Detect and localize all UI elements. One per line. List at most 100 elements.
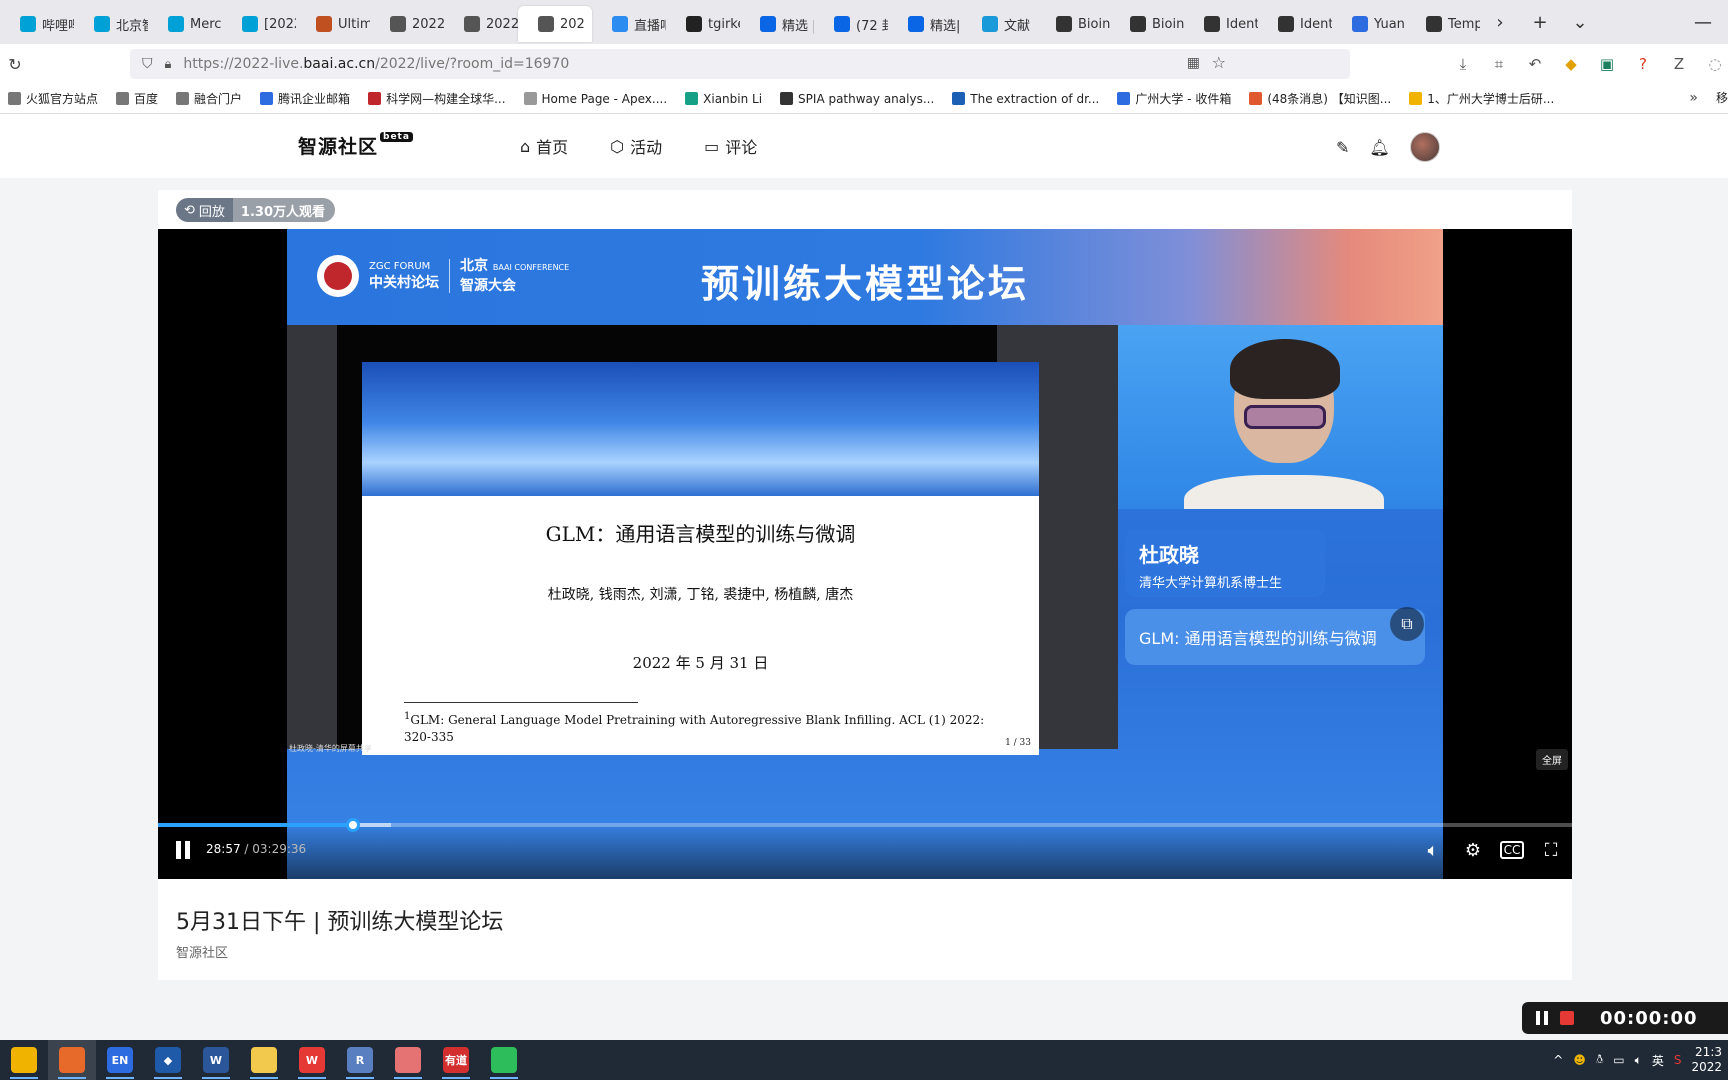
progress-handle[interactable] bbox=[346, 818, 361, 832]
clock[interactable]: 21:3 2022 bbox=[1691, 1045, 1722, 1075]
bookmark-item[interactable]: Home Page - Apex.... bbox=[523, 92, 667, 106]
recorder-stop-button[interactable] bbox=[1560, 1011, 1574, 1025]
bookmarks-overflow-chevron-icon[interactable]: » bbox=[1689, 90, 1698, 106]
tab-label: 文献 bbox=[1004, 18, 1031, 34]
bookmark-star-icon[interactable]: ☆ bbox=[1212, 53, 1226, 72]
pause-button[interactable] bbox=[176, 841, 192, 859]
reload-icon[interactable]: ↻ bbox=[0, 55, 30, 74]
wechat-icon bbox=[491, 1047, 517, 1073]
tray-chevron-icon[interactable]: ^ bbox=[1553, 1053, 1563, 1067]
video-player[interactable]: ZGC FORUM 中关村论坛 北京 BAAI CONFERENCE 智源大会 … bbox=[158, 229, 1572, 879]
sogou-icon[interactable]: S bbox=[1674, 1053, 1682, 1067]
site-logo[interactable]: 智源社区 beta bbox=[298, 132, 413, 159]
bookmark-label: 火狐官方站点 bbox=[26, 92, 99, 106]
extension-icon[interactable]: ◆ bbox=[1562, 55, 1580, 73]
shield-icon[interactable]: ⛉ bbox=[142, 56, 153, 72]
taskbar-app[interactable] bbox=[480, 1040, 528, 1080]
notification-bell-icon[interactable]: 🔔︎ bbox=[1369, 138, 1389, 157]
taskbar-app[interactable] bbox=[0, 1040, 48, 1080]
network-icon[interactable]: ▭ bbox=[1613, 1053, 1624, 1067]
browser-tab[interactable]: 202✕ bbox=[518, 6, 592, 42]
bookmark-item[interactable]: (48条消息) 【知识图... bbox=[1249, 90, 1391, 107]
nav-item[interactable]: ⬡ 活动 bbox=[610, 134, 662, 158]
browser-tab[interactable]: tgirke bbox=[666, 6, 740, 42]
slide-date: 2022 年 5 月 31 日 bbox=[632, 654, 769, 672]
taskbar-app[interactable]: ◆ bbox=[144, 1040, 192, 1080]
browser-tab[interactable]: Temp bbox=[1406, 6, 1480, 42]
taskbar-app[interactable]: EN bbox=[96, 1040, 144, 1080]
bookmark-favicon-icon bbox=[176, 92, 190, 105]
settings-gear-icon[interactable]: ⚙ bbox=[1460, 837, 1486, 863]
new-tab-icon[interactable]: + bbox=[1520, 4, 1560, 40]
tab-favicon-icon bbox=[20, 16, 36, 32]
minimize-icon[interactable]: — bbox=[1678, 0, 1728, 44]
volume-icon[interactable]: 🔈︎ bbox=[1420, 837, 1446, 863]
browser-tab[interactable]: Yuan bbox=[1332, 6, 1406, 42]
browser-tab[interactable]: [2022 bbox=[222, 6, 296, 42]
browser-tab[interactable]: 2022 bbox=[370, 6, 444, 42]
edit-pen-icon[interactable]: ✎ bbox=[1336, 138, 1349, 157]
help-icon[interactable]: ? bbox=[1634, 55, 1652, 73]
browser-tab[interactable]: 精选 | bbox=[740, 6, 814, 42]
nav-item-label: 活动 bbox=[630, 138, 663, 157]
tab-list-chevron-icon[interactable]: ⌄ bbox=[1560, 4, 1600, 40]
overflow-icon[interactable]: ◌ bbox=[1706, 55, 1724, 73]
taskbar-app[interactable] bbox=[240, 1040, 288, 1080]
crop-icon[interactable]: ⌗ bbox=[1490, 55, 1508, 73]
browser-tab[interactable]: Merc bbox=[148, 6, 222, 42]
chevron-right-icon[interactable]: › bbox=[1480, 4, 1520, 40]
recorder-pause-button[interactable] bbox=[1536, 1011, 1548, 1025]
bookmark-item[interactable]: 融合门户 bbox=[176, 90, 242, 107]
bookmarks-overflow-label[interactable]: 移 bbox=[1711, 89, 1728, 106]
bookmark-item[interactable]: 科学网—构建全球华... bbox=[368, 90, 506, 107]
taskbar-app[interactable]: W bbox=[192, 1040, 240, 1080]
bookmark-item[interactable]: 1、广州大学博士后研... bbox=[1409, 90, 1554, 107]
nav-item[interactable]: ▭ 评论 bbox=[704, 134, 757, 158]
lock-icon[interactable]: 🔒︎ bbox=[165, 57, 172, 72]
bookmark-item[interactable]: Xianbin Li bbox=[685, 92, 762, 106]
browser-tab[interactable]: 精选| bbox=[888, 6, 962, 42]
browser-tab[interactable]: Identi bbox=[1184, 6, 1258, 42]
browser-tab[interactable]: 文献 bbox=[962, 6, 1036, 42]
browser-tab[interactable]: 哔哩哔 bbox=[0, 6, 74, 42]
qr-code-icon[interactable]: ▦ bbox=[1187, 55, 1200, 71]
url-text[interactable]: https://2022-live.baai.ac.cn/2022/live/?… bbox=[183, 56, 569, 72]
picture-in-picture-icon[interactable]: ⧉ bbox=[1390, 607, 1424, 641]
browser-tab[interactable]: Ultim bbox=[296, 6, 370, 42]
taskbar-app[interactable]: W bbox=[288, 1040, 336, 1080]
tray-app-icon[interactable]: ☻ bbox=[1573, 1053, 1586, 1067]
download-icon[interactable]: ⤓ bbox=[1454, 55, 1472, 73]
user-avatar[interactable] bbox=[1409, 132, 1440, 162]
browser-tab[interactable]: 直播吧 bbox=[592, 6, 666, 42]
back-arrow-icon[interactable]: ↶ bbox=[1526, 55, 1544, 73]
taskbar-app[interactable] bbox=[384, 1040, 432, 1080]
tray-qq-icon[interactable]: 🐧︎ bbox=[1596, 1052, 1603, 1068]
extension-green-icon[interactable]: ▣ bbox=[1598, 55, 1616, 73]
browser-tab[interactable]: Bioinf bbox=[1036, 6, 1110, 42]
browser-tab[interactable]: 2022 bbox=[444, 6, 518, 42]
zotero-icon[interactable]: Z bbox=[1670, 55, 1688, 73]
taskbar-app[interactable] bbox=[48, 1040, 96, 1080]
address-bar[interactable]: ⛉ 🔒︎ https://2022-live.baai.ac.cn/2022/l… bbox=[130, 49, 1350, 79]
video-channel[interactable]: 智源社区 bbox=[176, 942, 228, 961]
taskbar-app[interactable]: R bbox=[336, 1040, 384, 1080]
fullscreen-icon[interactable]: ⛶ bbox=[1538, 837, 1564, 863]
browser-tab-bar: 哔哩哔北京智Merc[2022Ultim20222022202✕直播吧tgirk… bbox=[0, 0, 1728, 44]
captions-icon[interactable]: CC bbox=[1500, 841, 1524, 859]
nav-item[interactable]: ⌂ 首页 bbox=[520, 134, 568, 158]
bookmark-item[interactable]: The extraction of dr... bbox=[952, 92, 1099, 106]
bookmark-item[interactable]: 广州大学 - 收件箱 bbox=[1117, 90, 1231, 107]
progress-bar[interactable] bbox=[158, 818, 1572, 832]
browser-tab[interactable]: (72 封 bbox=[814, 6, 888, 42]
ime-indicator[interactable]: 英 bbox=[1652, 1052, 1664, 1069]
browser-tab[interactable]: Bioinf bbox=[1110, 6, 1184, 42]
bookmark-item[interactable]: 腾讯企业邮箱 bbox=[260, 90, 350, 107]
file-explorer-icon bbox=[11, 1047, 37, 1073]
bookmark-item[interactable]: 火狐官方站点 bbox=[8, 90, 98, 107]
bookmark-item[interactable]: SPIA pathway analys... bbox=[780, 92, 934, 106]
browser-tab[interactable]: 北京智 bbox=[74, 6, 148, 42]
speaker-icon[interactable]: 🔈︎ bbox=[1635, 1053, 1642, 1068]
bookmark-item[interactable]: 百度 bbox=[116, 90, 158, 107]
browser-tab[interactable]: Identi bbox=[1258, 6, 1332, 42]
taskbar-app[interactable]: 有道 bbox=[432, 1040, 480, 1080]
